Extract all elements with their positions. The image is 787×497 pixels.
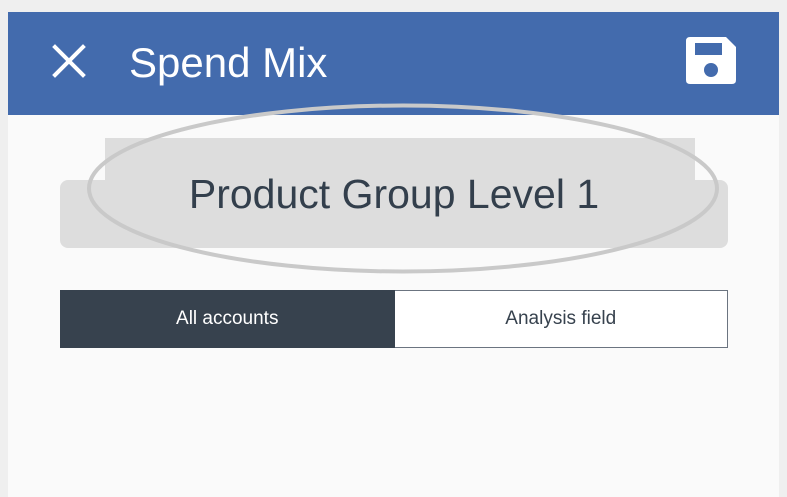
segmented-tabs: All accounts Analysis field [60,290,728,348]
tab-analysis-field[interactable]: Analysis field [394,290,728,348]
app-header: Spend Mix [8,12,779,115]
tab-all-accounts[interactable]: All accounts [60,290,395,348]
product-group-label: Product Group Level 1 [188,171,600,217]
app-window: Spend Mix Product Group Level 1 All acco… [8,12,779,497]
page-title: Spend Mix [129,39,328,86]
save-button[interactable] [683,34,739,86]
close-button[interactable] [50,42,88,80]
save-icon [686,37,736,84]
close-icon [52,44,86,78]
